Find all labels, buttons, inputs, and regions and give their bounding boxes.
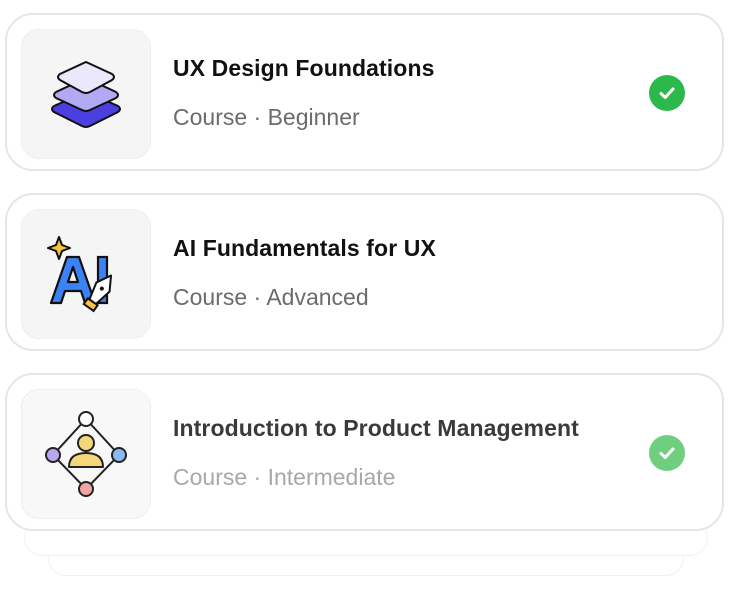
course-card-ai-fundamentals[interactable]: AI Fundamentals for UX Course · Advanced	[5, 193, 724, 351]
completed-check-icon	[649, 75, 685, 111]
course-title: Introduction to Product Management	[173, 415, 579, 441]
course-card-ux-design[interactable]: UX Design Foundations Course · Beginner	[5, 13, 724, 171]
course-thumbnail	[21, 209, 151, 339]
completed-check-icon	[649, 435, 685, 471]
course-meta: Course · Advanced	[173, 284, 369, 310]
course-meta: Course · Intermediate	[173, 464, 396, 490]
ai-pen-icon	[47, 236, 113, 313]
course-thumbnail	[21, 389, 151, 519]
course-thumbnail	[21, 29, 151, 159]
people-network-icon	[45, 411, 127, 497]
course-meta: Course · Beginner	[173, 104, 360, 130]
course-card-product-management[interactable]: Introduction to Product Management Cours…	[5, 373, 724, 531]
course-title: UX Design Foundations	[173, 55, 435, 81]
layers-icon	[51, 60, 121, 128]
course-title: AI Fundamentals for UX	[173, 235, 436, 261]
